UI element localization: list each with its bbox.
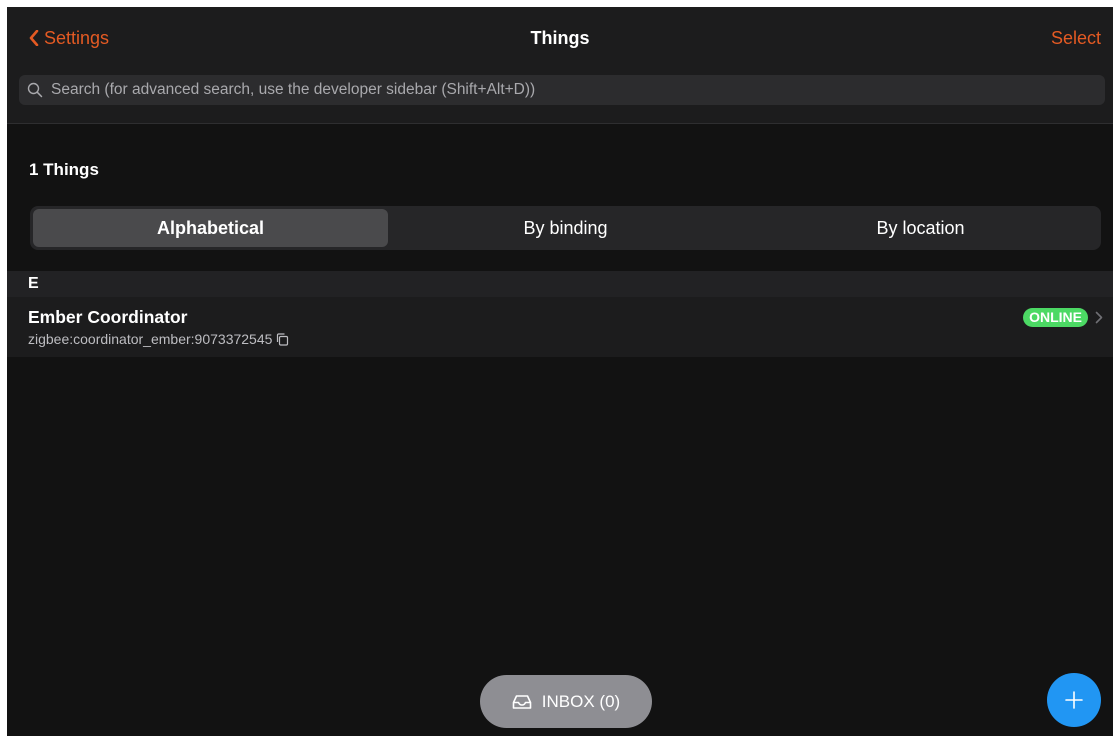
- add-thing-button[interactable]: [1047, 673, 1101, 727]
- search-icon: [27, 82, 51, 98]
- things-count-title: 1 Things: [29, 160, 99, 179]
- segment-by-binding[interactable]: By binding: [388, 209, 743, 247]
- sort-segmented-control: Alphabetical By binding By location: [30, 206, 1101, 250]
- navbar: Settings Things Select: [7, 7, 1113, 124]
- thing-title: Ember Coordinator: [28, 307, 188, 327]
- inbox-label: INBOX (0): [541, 691, 621, 711]
- select-button[interactable]: Select: [1051, 25, 1101, 51]
- segment-by-location[interactable]: By location: [743, 209, 1098, 247]
- chevron-right-icon: [1095, 311, 1103, 324]
- searchbar: [19, 75, 1105, 105]
- app-window: Settings Things Select 1 Things Alphabet…: [7, 7, 1113, 736]
- thing-list-item[interactable]: Ember Coordinator zigbee:coordinator_emb…: [7, 297, 1113, 357]
- thing-uid-row: zigbee:coordinator_ember:9073372545: [28, 331, 289, 347]
- thing-uid: zigbee:coordinator_ember:9073372545: [28, 331, 273, 347]
- page-title: Things: [530, 28, 590, 48]
- copy-icon[interactable]: [276, 332, 289, 346]
- inbox-tray-icon: [512, 694, 532, 709]
- search-input[interactable]: [51, 81, 1105, 99]
- plus-icon: [1065, 691, 1083, 709]
- segment-alphabetical[interactable]: Alphabetical: [33, 209, 388, 247]
- status-badge: ONLINE: [1023, 308, 1088, 327]
- list-group-header: E: [7, 271, 1113, 297]
- inbox-button[interactable]: INBOX (0): [480, 675, 652, 728]
